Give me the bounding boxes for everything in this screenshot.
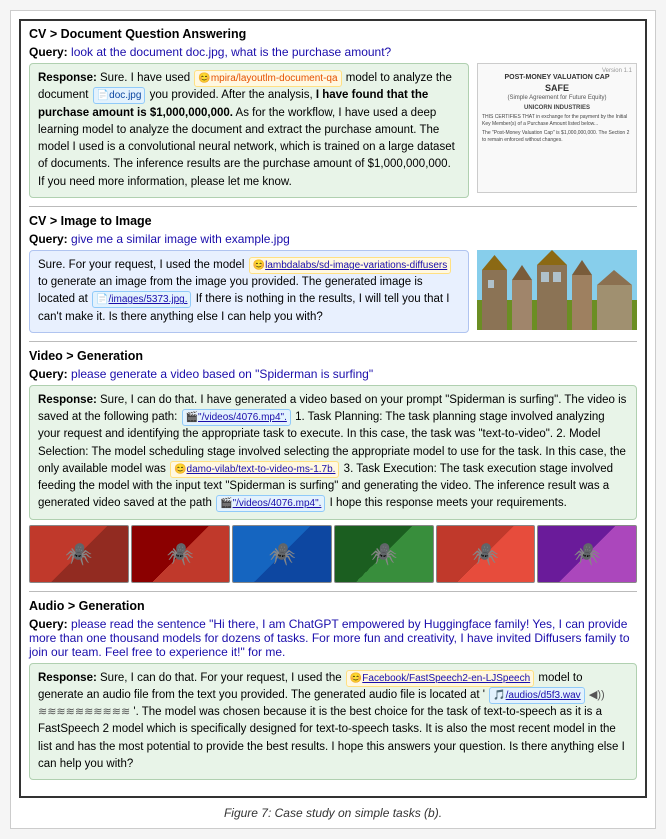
doc-body-text: THIS CERTIFIES THAT in exchange for the …	[482, 114, 632, 127]
spiderman-icon-2: 🕷️	[167, 541, 194, 567]
section1-doc-image: Version 1.1 POST-MONEY VALUATION CAP SAF…	[477, 63, 637, 193]
section2-emoji: 😊	[253, 258, 265, 273]
spiderman-icon-4: 🕷️	[370, 541, 397, 567]
section4-file-path: /audios/d5f3.wav	[506, 688, 581, 703]
section1-breadcrumb: CV > Document Question Answering	[29, 27, 637, 41]
section3-file-chip2: 🎬 "/videos/4076.mp4".	[216, 495, 325, 512]
section2-file-icon: 📄	[96, 292, 108, 307]
section4-model-name: Facebook/FastSpeech2-en-LJSpeech	[362, 671, 530, 686]
section-doc-qa: CV > Document Question Answering Query: …	[29, 27, 637, 198]
section1-model-name: mpira/layoutlm-document-qa	[211, 71, 338, 86]
section4-audio-icon: 🎵	[493, 688, 505, 703]
section3-query-line: Query: please generate a video based on …	[29, 367, 637, 381]
section2-breadcrumb: CV > Image to Image	[29, 214, 637, 228]
section3-response-label: Response:	[38, 394, 97, 406]
section2-query-text: give me a similar image with example.jpg	[71, 232, 290, 246]
section4-breadcrumb: Audio > Generation	[29, 599, 637, 613]
section3-ending: I hope this response meets your requirem…	[330, 497, 567, 509]
section2-query-line: Query: give me a similar image with exam…	[29, 232, 637, 246]
section1-query-label: Query:	[29, 45, 68, 59]
section-video: Video > Generation Query: please generat…	[29, 349, 637, 583]
section3-file-path: "/videos/4076.mp4".	[198, 410, 287, 425]
section3-video-icon2: 🎬	[220, 496, 232, 511]
divider2	[29, 341, 637, 342]
spiderman-icon-3: 🕷️	[268, 541, 295, 567]
section3-model-chip: 😊 damo-vilab/text-to-video-ms-1.7b.	[170, 461, 339, 478]
section1-two-col: Response: Sure. I have used 😊 mpira/layo…	[29, 63, 637, 198]
section4-query-label: Query:	[29, 617, 68, 631]
section3-file-chip: 🎬 "/videos/4076.mp4".	[182, 409, 291, 426]
church-svg	[477, 250, 637, 330]
section2-response-box: Sure. For your request, I used the model…	[29, 250, 469, 333]
section1-file-name: doc.jpg	[109, 88, 141, 103]
figure-caption: Figure 7: Case study on simple tasks (b)…	[19, 806, 647, 820]
video-frame-6: 🕷️	[537, 525, 637, 583]
section1-response-box: Response: Sure. I have used 😊 mpira/layo…	[29, 63, 469, 198]
section1-resp-text1: Sure. I have used	[100, 72, 190, 84]
doc-company: UNICORN INDUSTRIES	[482, 104, 632, 112]
section3-query-text: please generate a video based on "Spider…	[71, 367, 373, 381]
spiderman-icon-6: 🕷️	[573, 541, 600, 567]
doc-body: UNICORN INDUSTRIES THIS CERTIFIES THAT i…	[482, 104, 632, 143]
section1-model-chip: 😊 mpira/layoutlm-document-qa	[194, 70, 341, 87]
section4-audio-chip: 🎵 /audios/d5f3.wav	[489, 687, 585, 704]
video-frame-1: 🕷️	[29, 525, 129, 583]
section3-response-box: Response: Sure, I can do that. I have ge…	[29, 385, 637, 520]
divider1	[29, 206, 637, 207]
main-box: CV > Document Question Answering Query: …	[19, 19, 647, 798]
doc-subtitle: (Simple Agreement for Future Equity)	[507, 95, 606, 101]
spiderman-icon-5: 🕷️	[472, 541, 499, 567]
section1-query-line: Query: look at the document doc.jpg, wha…	[29, 45, 637, 59]
section3-file-path2: "/videos/4076.mp4".	[233, 496, 322, 511]
section1-resp-text3: you provided. After the analysis,	[150, 89, 313, 101]
spiderman-icon-1: 🕷️	[65, 541, 92, 567]
section2-model-name: lambdalabs/sd-image-variations-diffusers	[265, 258, 447, 273]
divider3	[29, 591, 637, 592]
section3-emoji: 😊	[174, 462, 186, 477]
section2-church-image	[477, 250, 637, 333]
section4-model-chip: 😊 Facebook/FastSpeech2-en-LJSpeech	[346, 670, 534, 687]
video-frame-5: 🕷️	[436, 525, 536, 583]
section2-model-chip: 😊 lambdalabs/sd-image-variations-diffuse…	[249, 257, 452, 274]
section2-two-col: Sure. For your request, I used the model…	[29, 250, 637, 333]
section1-query-text: look at the document doc.jpg, what is th…	[71, 45, 391, 59]
doc-title: POST-MONEY VALUATION CAP	[504, 74, 609, 81]
section-img2img: CV > Image to Image Query: give me a sim…	[29, 214, 637, 333]
section4-emoji: 😊	[350, 671, 362, 686]
video-frame-4: 🕷️	[334, 525, 434, 583]
section2-resp-text1: Sure. For your request, I used the model	[38, 259, 244, 271]
section1-doc-placeholder: Version 1.1 POST-MONEY VALUATION CAP SAF…	[477, 63, 637, 193]
doc-safe: SAFE	[545, 83, 569, 93]
section3-model-name: damo-vilab/text-to-video-ms-1.7b.	[187, 462, 336, 477]
section1-file-chip: 📄 doc.jpg	[93, 87, 146, 104]
section3-breadcrumb: Video > Generation	[29, 349, 637, 363]
section2-file-chip: 📄 /images/5373.jpg.	[92, 291, 191, 308]
video-frame-2: 🕷️	[131, 525, 231, 583]
section1-emoji: 😊	[198, 71, 210, 86]
section4-response-box: Response: Sure, I can do that. For your …	[29, 663, 637, 781]
section1-response-col: Response: Sure. I have used 😊 mpira/layo…	[29, 63, 469, 198]
section-audio: Audio > Generation Query: please read th…	[29, 599, 637, 781]
section2-query-label: Query:	[29, 232, 68, 246]
video-frame-3: 🕷️	[232, 525, 332, 583]
section2-file-path: /images/5373.jpg.	[109, 292, 188, 307]
section4-response-label: Response:	[38, 672, 97, 684]
section4-query-line: Query: please read the sentence "Hi ther…	[29, 617, 637, 659]
section4-resp-text1: Sure, I can do that. For your request, I…	[100, 672, 342, 684]
section1-response-label: Response:	[38, 72, 97, 84]
section4-query-text: please read the sentence "Hi there, I am…	[29, 617, 630, 659]
video-frames-row: 🕷️ 🕷️ 🕷️ 🕷️ 🕷️ 🕷️	[29, 525, 637, 583]
section3-query-label: Query:	[29, 367, 68, 381]
section2-response-col: Sure. For your request, I used the model…	[29, 250, 469, 333]
section1-file-icon: 📄	[97, 88, 109, 103]
doc-body-text2: The "Post-Money Valuation Cap" is $1,000…	[482, 130, 632, 143]
outer-container: CV > Document Question Answering Query: …	[10, 10, 656, 829]
section3-video-icon: 🎬	[186, 410, 198, 425]
